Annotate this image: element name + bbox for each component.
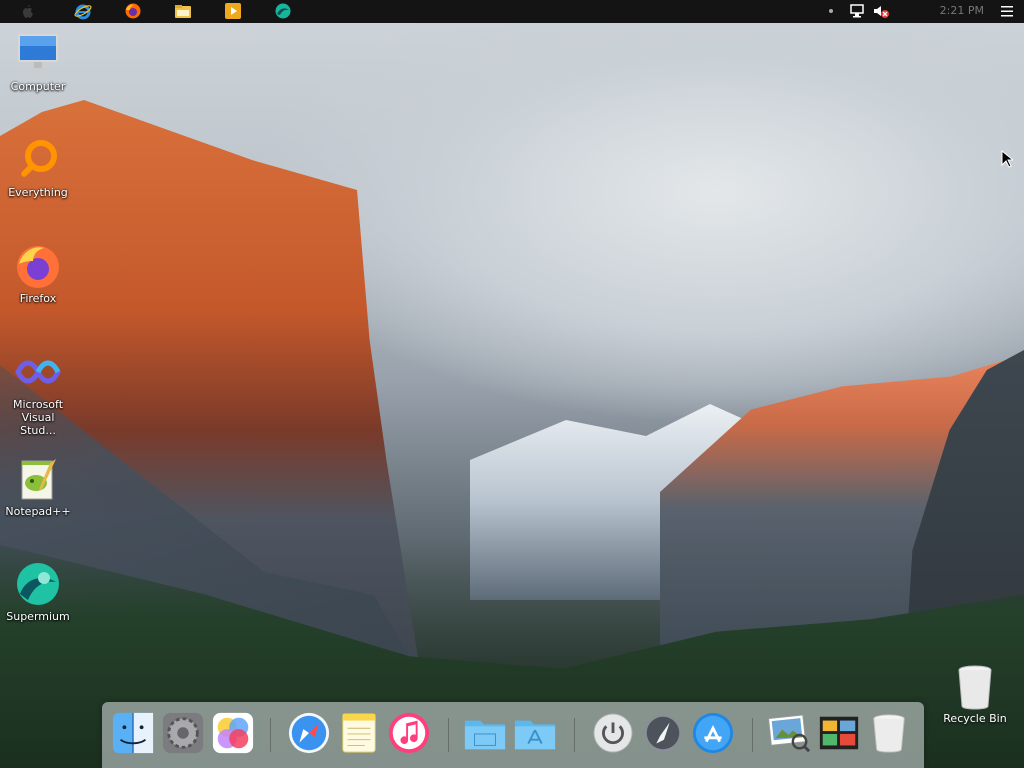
game-center-icon[interactable] xyxy=(210,710,256,756)
system-preferences-icon[interactable] xyxy=(160,710,206,756)
notes-icon[interactable] xyxy=(336,710,382,756)
folder-icon[interactable] xyxy=(462,710,508,756)
dock-separator xyxy=(574,718,575,752)
desktop-icon-label: Recycle Bin xyxy=(943,712,1007,725)
desktop-icon-visual-studio[interactable]: Microsoft Visual Stud... xyxy=(2,348,74,437)
photo-gallery-icon[interactable] xyxy=(816,710,862,756)
file-explorer-icon[interactable] xyxy=(174,2,192,20)
computer-icon xyxy=(14,30,62,78)
desktop-icon-recycle-bin[interactable]: Recycle Bin xyxy=(940,664,1010,725)
everything-search-icon xyxy=(14,136,62,184)
volume-muted-icon[interactable] xyxy=(872,2,890,20)
finder-icon[interactable] xyxy=(110,710,156,756)
network-icon[interactable] xyxy=(848,2,866,20)
desktop-icon-everything[interactable]: Everything xyxy=(2,136,74,199)
dock xyxy=(102,702,924,768)
desktop-icon-label: Notepad++ xyxy=(5,505,71,518)
firefox-icon xyxy=(14,242,62,290)
internet-explorer-icon[interactable] xyxy=(74,2,92,20)
applications-folder-icon[interactable] xyxy=(512,710,558,756)
firefox-icon[interactable] xyxy=(124,2,142,20)
menu-icon[interactable] xyxy=(998,2,1016,20)
apple-icon[interactable] xyxy=(18,2,36,20)
desktop-icon-label: Firefox xyxy=(19,292,57,305)
visual-studio-icon xyxy=(14,348,62,396)
desktop-icon-notepadpp[interactable]: Notepad++ xyxy=(2,455,74,518)
media-player-icon[interactable] xyxy=(224,2,242,20)
trash-icon[interactable] xyxy=(866,710,912,756)
mouse-cursor-icon xyxy=(1001,149,1015,168)
app-store-icon[interactable] xyxy=(690,710,736,756)
safari-icon[interactable] xyxy=(286,710,332,756)
desktop-icon-firefox[interactable]: Firefox xyxy=(2,242,74,305)
supermium-icon[interactable] xyxy=(274,2,292,20)
desktop-icon-computer[interactable]: Computer xyxy=(2,30,74,93)
clock[interactable]: 2:21 PM xyxy=(940,4,984,17)
desktop-icon-label: Supermium xyxy=(6,610,70,623)
desktop-icon-label: Everything xyxy=(8,186,68,199)
supermium-icon xyxy=(14,560,62,608)
itunes-icon[interactable] xyxy=(386,710,432,756)
power-icon[interactable] xyxy=(590,710,636,756)
preview-icon[interactable] xyxy=(766,710,812,756)
desktop-icon-supermium[interactable]: Supermium xyxy=(2,560,74,623)
tray-dot-icon xyxy=(826,2,836,20)
desktop-icon-label: Microsoft Visual Stud... xyxy=(12,398,64,437)
launchpad-icon[interactable] xyxy=(640,710,686,756)
dock-separator xyxy=(270,718,271,752)
dock-separator xyxy=(448,718,449,752)
recycle-bin-icon xyxy=(955,664,995,710)
desktop[interactable]: 2:21 PM Computer Everything Firefox Micr… xyxy=(0,0,1024,768)
desktop-icon-label: Computer xyxy=(10,80,66,93)
dock-separator xyxy=(752,718,753,752)
notepadpp-icon xyxy=(14,455,62,503)
top-menu-bar: 2:21 PM xyxy=(0,0,1024,23)
